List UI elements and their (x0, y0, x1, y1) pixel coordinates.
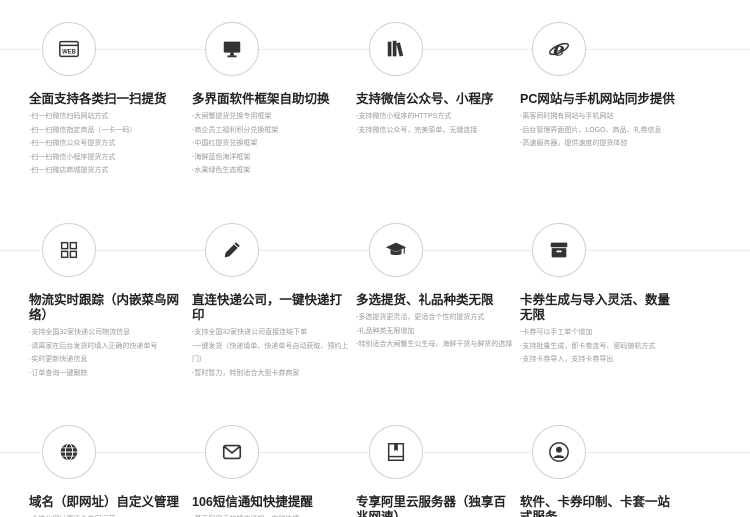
feature-title: 直连快递公司，一键快递打印 (192, 293, 343, 322)
feature-title: PC网站与手机网站同步提供 (520, 92, 675, 106)
feature-title: 软件、卡券印制、卡套一站式服务 (520, 495, 671, 517)
feature-list-item: -扫一扫微信指定商品（一卡一码） (29, 126, 137, 134)
books-icon (385, 38, 407, 60)
archive-icon (548, 239, 570, 261)
ie-icon: e (548, 38, 570, 60)
feature-list-item: -特别适合大闸蟹生公生母、海鲜干货与鲜货的选择 (356, 341, 513, 349)
grid-icon-badge (42, 223, 96, 277)
globe-icon (58, 441, 80, 463)
feature-list-item: -多选提货更灵活，更适合个性的提货方式 (356, 314, 485, 321)
feature-list-item: -支持全国32家快递公司物流信息 (29, 329, 131, 336)
feature-list-item: -一键发货（快递填单、快递单号自动获取、预约上门） (192, 342, 349, 364)
svg-text:WEB: WEB (62, 50, 77, 56)
feature-title: 全面支持各类扫一扫提货 (29, 92, 167, 106)
feature-list-item: -大闸蟹提货兑换专用框架 (192, 113, 272, 120)
web-icon-badge: WEB (42, 22, 96, 76)
feature-title: 多选提货、礼品种类无限 (356, 293, 494, 307)
book-icon (385, 441, 407, 463)
feature-list: -扫一扫微信扫码网站方式 -扫一扫微信指定商品（一卡一码） -扫一扫微信公众号提货方… (29, 110, 191, 178)
feature-list: -支持全国32家快递公司物流信息 -请离家在后台发货时填入正确的快递单号 -实时更新… (29, 326, 191, 380)
web-icon: WEB (58, 38, 80, 60)
feature-title: 卡券生成与导入灵活、数量无限 (520, 293, 671, 322)
svg-text:e: e (553, 39, 565, 60)
feature-list: -离客同时拥有网站与手机网站 -后台管理界面图片、LOGO、商品、礼券信息 -高速服… (520, 110, 682, 151)
books-icon-badge (369, 22, 423, 76)
feature-list-item: -扫一扫微店商城提货方式 (29, 167, 109, 175)
feature-list-item: -支持全国32家快递公司直接连结下单 (192, 329, 308, 336)
feature-list-item: -扫一扫微信小程序提货方式 (29, 153, 116, 161)
feature-list-item: -高速服务器，提供速度的提货体验 (520, 140, 628, 148)
ie-icon-badge: e (532, 22, 586, 76)
feature-list-item: -实时更新快递信息 (29, 356, 88, 364)
feature-title: 106短信通知快捷提醒 (192, 495, 313, 509)
feature-list-item: -支持微信小程序的HTTPS方式 (356, 113, 452, 120)
feature-title: 域名（即网址）自定义管理 (29, 495, 180, 509)
pencil-icon-badge (205, 223, 259, 277)
feature-title: 支持微信公众号、小程序 (356, 92, 494, 106)
envelope-icon-badge (205, 425, 259, 479)
globe-icon-badge (42, 425, 96, 479)
monitor-icon (221, 38, 243, 60)
book-icon-badge (369, 425, 423, 479)
feature-list-item: -基于阿里云的短信通知，实时快捷 (192, 513, 354, 517)
feature-list: -支持微信小程序的HTTPS方式 -支持微信公众号，完美菜单，无缝连接 (356, 110, 518, 137)
feature-list-item: -支持批量生成，即卡卷连号、密码随机方式 (520, 342, 656, 350)
feature-list-item: -中国红提货兑换框架 (192, 140, 258, 148)
graduation-cap-icon-badge (369, 223, 423, 277)
feature-list-item: -商企员工福利积分兑换框架 (192, 126, 279, 134)
feature-title: 多界面软件框架自助切换 (192, 92, 330, 106)
monitor-icon-badge (205, 22, 259, 76)
feature-list-item: -订单查询一键跟踪 (29, 369, 88, 377)
feature-list-item: -暂时暂力，特别适合大型卡券商家 (192, 369, 300, 377)
user-circle-icon (548, 441, 570, 463)
feature-list-item: -卡券可以手工单个增加 (520, 329, 593, 336)
feature-list-item: -支持微信公众号，完美菜单，无缝连接 (356, 126, 478, 134)
archive-icon-badge (532, 223, 586, 277)
feature-list: -个性化网址更适合商家运营 (29, 513, 191, 517)
feature-list-item: -请离家在后台发货时填入正确的快递单号 (29, 342, 158, 350)
pencil-icon (221, 239, 243, 261)
feature-list-item: -海鲜蓝色海洋框架 (192, 153, 251, 161)
user-circle-icon-badge (532, 425, 586, 479)
feature-list-item: -后台管理界面图片、LOGO、商品、礼券信息 (520, 126, 662, 134)
feature-list-item: -礼品种类无限增加 (356, 327, 415, 335)
graduation-cap-icon (385, 239, 407, 261)
feature-list: -大闸蟹提货兑换专用框架 -商企员工福利积分兑换框架 -中国红提货兑换框架 -海鲜蓝色… (192, 110, 354, 178)
feature-list: -支持全国32家快递公司直接连结下单 -一键发货（快递填单、快递单号自动获取、预约… (192, 326, 354, 380)
feature-list-item: -扫一扫微信公众号提货方式 (29, 140, 116, 148)
feature-list-item: -个性化网址更适合商家运营 (29, 513, 191, 517)
grid-icon (58, 239, 80, 261)
feature-list: -多选提货更灵活，更适合个性的提货方式 -礼品种类无限增加 -特别适合大闸蟹生公生母… (356, 311, 518, 352)
feature-title: 物流实时跟踪（内嵌菜鸟网络） (29, 293, 180, 322)
feature-list-item: -水果绿色生态框架 (192, 167, 251, 175)
feature-title: 专享阿里云服务器（独享百兆网速） (356, 495, 507, 517)
feature-list-item: -支持卡券导入，支持卡券导出 (520, 356, 614, 364)
feature-list-item: -离客同时拥有网站与手机网站 (520, 113, 614, 120)
feature-list: -卡券可以手工单个增加 -支持批量生成，即卡卷连号、密码随机方式 -支持卡券导入，支… (520, 326, 682, 367)
feature-list: -基于阿里云的短信通知，实时快捷 (192, 513, 354, 517)
feature-list-item: -扫一扫微信扫码网站方式 (29, 113, 109, 120)
envelope-icon (221, 441, 243, 463)
